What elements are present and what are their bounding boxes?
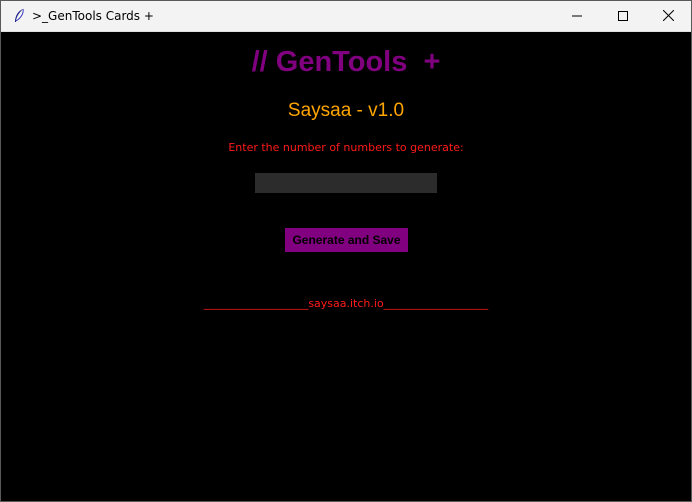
window-title: >_GenTools Cards + xyxy=(32,9,154,23)
count-input[interactable] xyxy=(255,173,437,193)
maximize-icon xyxy=(618,8,628,26)
count-prompt-label: Enter the number of numbers to generate: xyxy=(228,141,464,154)
footer-link[interactable]: ___________________saysaa.itch.io_______… xyxy=(1,297,691,310)
generate-and-save-button[interactable]: Generate and Save xyxy=(285,228,408,252)
main-panel: // GenTools + Saysaa - v1.0 Enter the nu… xyxy=(1,33,691,501)
minimize-button[interactable] xyxy=(554,1,600,32)
app-window: >_GenTools Cards + // GenTools + Saysaa … xyxy=(0,0,692,502)
app-heading: // GenTools + xyxy=(251,46,441,78)
close-icon xyxy=(662,8,674,26)
feather-icon xyxy=(12,8,26,24)
maximize-button[interactable] xyxy=(600,1,646,32)
close-button[interactable] xyxy=(645,1,691,32)
version-subtitle: Saysaa - v1.0 xyxy=(287,100,405,121)
title-bar[interactable]: >_GenTools Cards + xyxy=(1,1,691,32)
minimize-icon xyxy=(572,8,582,26)
